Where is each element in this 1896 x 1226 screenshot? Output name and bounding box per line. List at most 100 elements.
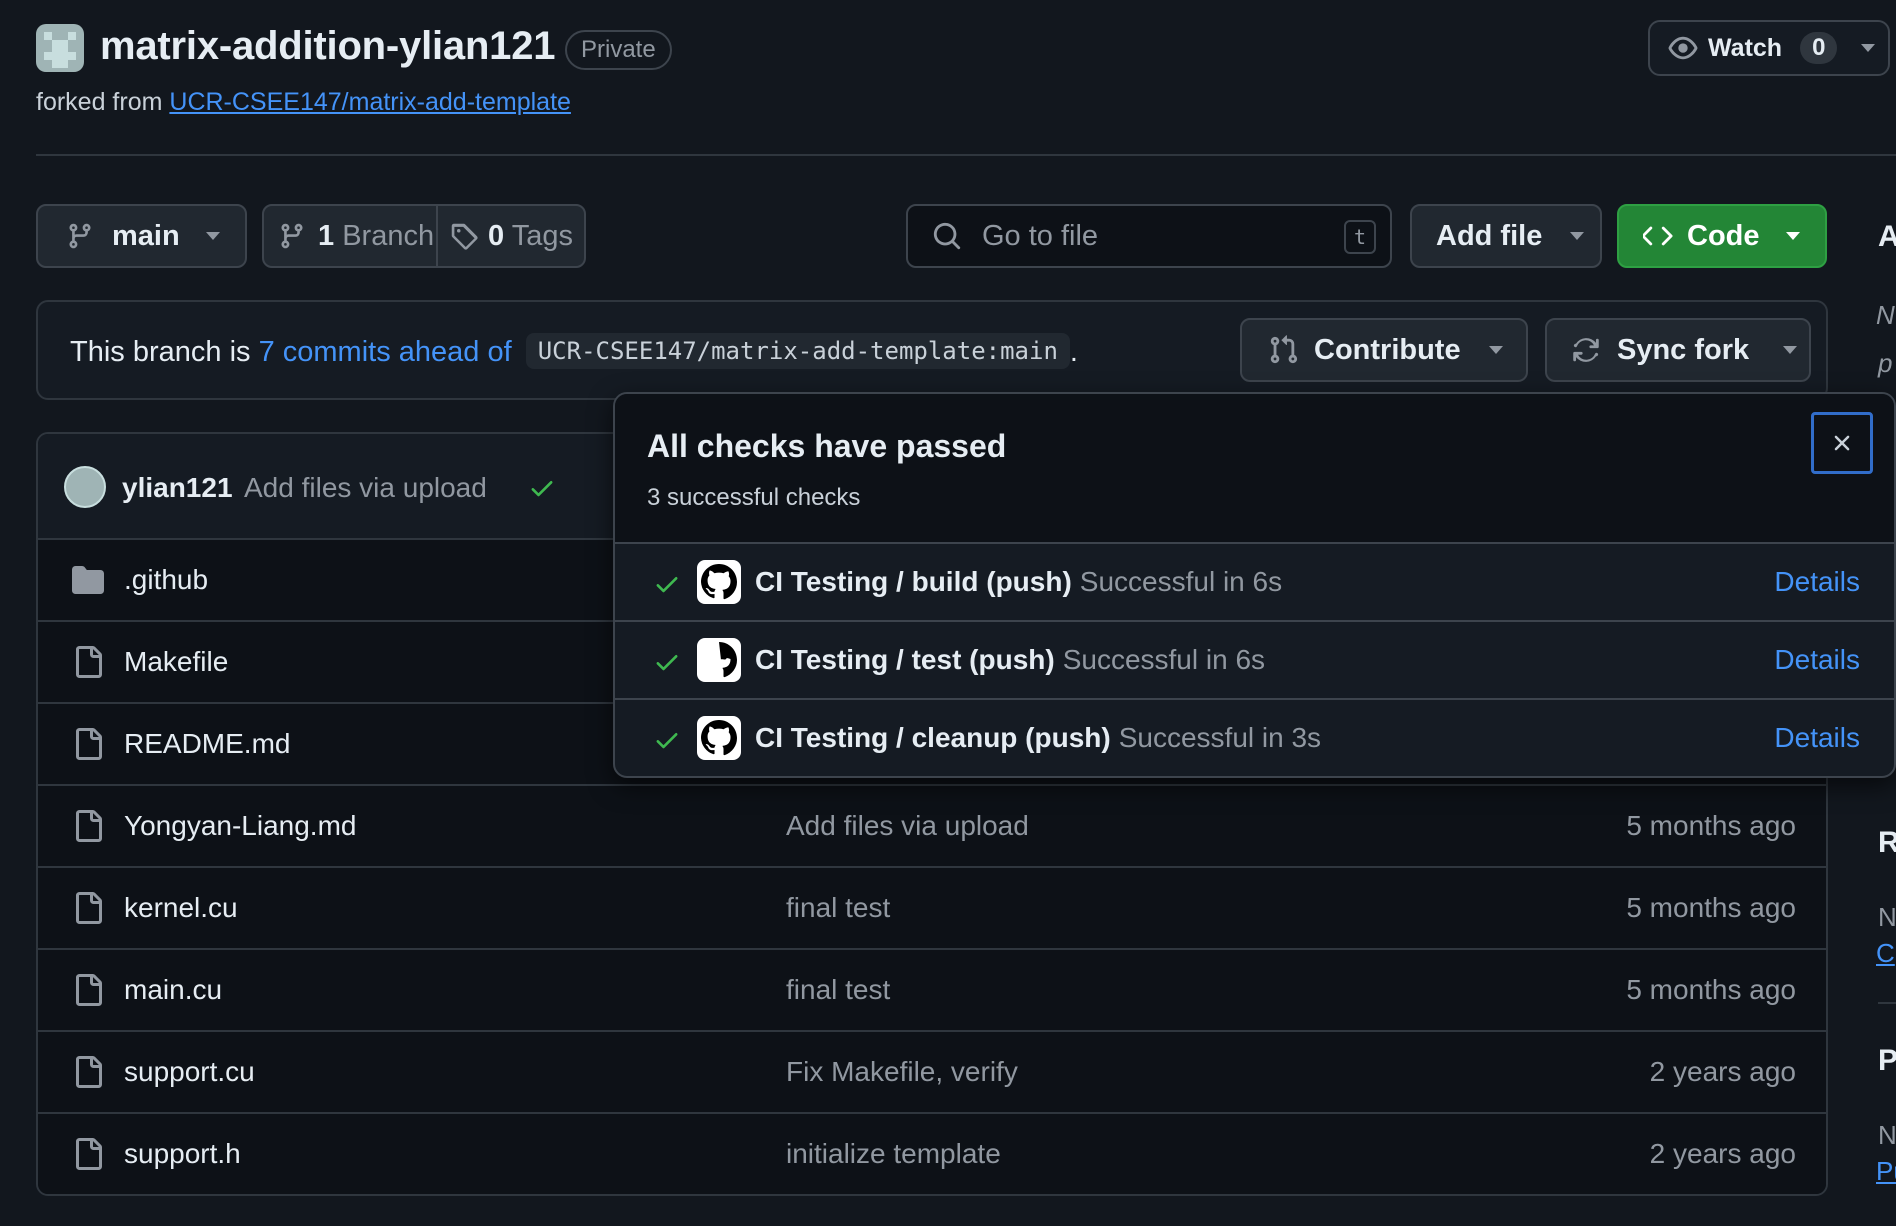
eye-icon	[1668, 36, 1698, 60]
header-divider	[36, 154, 1896, 156]
git-branch-icon	[69, 223, 91, 249]
file-name[interactable]: support.h	[124, 1138, 241, 1170]
file-name[interactable]: .github	[124, 564, 208, 596]
file-name[interactable]: support.cu	[124, 1056, 255, 1088]
add-file-button[interactable]: Add file	[1410, 204, 1602, 268]
table-row[interactable]: kernel.cu final test 5 months ago	[38, 868, 1826, 950]
check-status: Successful in 6s	[1062, 644, 1266, 675]
file-icon	[76, 892, 102, 924]
file-name[interactable]: README.md	[124, 728, 290, 760]
search-shortcut-key: t	[1344, 220, 1376, 254]
avatar[interactable]	[64, 466, 106, 508]
file-commit-time: 2 years ago	[1649, 1056, 1796, 1087]
file-name[interactable]: Makefile	[124, 646, 228, 678]
visibility-badge: Private	[565, 30, 672, 70]
tags-label: Tags	[511, 219, 573, 252]
file-name[interactable]: Yongyan-Liang.md	[124, 810, 356, 842]
check-row: CI Testing / test (push) Successful in 6s…	[615, 622, 1894, 700]
tags-count: 0	[488, 219, 505, 252]
table-row[interactable]: support.h initialize template 2 years ag…	[38, 1114, 1826, 1194]
create-release-link[interactable]: C	[1876, 938, 1895, 969]
tag-icon	[451, 223, 478, 250]
watch-button[interactable]: Watch 0	[1648, 20, 1890, 76]
table-row[interactable]: support.cu Fix Makefile, verify 2 years …	[38, 1032, 1826, 1114]
chevron-down-icon	[1785, 232, 1800, 240]
contribute-label: Contribute	[1314, 333, 1461, 366]
check-details-link[interactable]: Details	[1774, 566, 1860, 598]
chevron-down-icon	[205, 232, 220, 240]
code-button[interactable]: Code	[1617, 204, 1827, 268]
watch-label: Watch	[1708, 33, 1783, 62]
file-commit-message[interactable]: initialize template	[786, 1138, 1001, 1170]
forked-from-link[interactable]: UCR-CSEE147/matrix-add-template	[169, 88, 571, 116]
check-icon	[656, 577, 678, 593]
watch-count: 0	[1800, 32, 1838, 64]
file-commit-time: 5 months ago	[1626, 892, 1796, 923]
about-description: N	[1876, 300, 1895, 330]
check-icon	[656, 655, 678, 671]
check-icon[interactable]	[528, 474, 556, 502]
branch-status-text: This branch is 7 commits ahead of UCR-CS…	[70, 333, 1078, 369]
commit-author[interactable]: ylian121	[122, 472, 233, 504]
code-icon	[1643, 226, 1673, 246]
file-commit-message[interactable]: Fix Makefile, verify	[786, 1056, 1018, 1088]
sync-icon	[1573, 338, 1599, 362]
check-icon	[656, 733, 678, 749]
git-branch-icon	[281, 223, 303, 249]
table-row[interactable]: Yongyan-Liang.md Add files via upload 5 …	[38, 786, 1826, 868]
packages-heading[interactable]: P	[1878, 1044, 1896, 1078]
search-placeholder: Go to file	[982, 219, 1099, 252]
branch-select-button[interactable]: main	[36, 204, 247, 268]
file-icon	[76, 1138, 102, 1170]
about-heading: A	[1878, 220, 1896, 253]
folder-icon	[72, 566, 104, 594]
checks-popover-header: All checks have passed 3 successful chec…	[615, 394, 1894, 544]
tags-link[interactable]: 0 Tags	[436, 204, 586, 268]
file-icon	[76, 646, 102, 678]
check-details-link[interactable]: Details	[1774, 722, 1860, 754]
file-commit-message[interactable]: Add files via upload	[786, 810, 1029, 842]
branches-label: Branch	[342, 219, 435, 252]
base-ref: UCR-CSEE147/matrix-add-template:main	[525, 333, 1070, 369]
file-commit-time: 2 years ago	[1649, 1138, 1796, 1169]
close-button[interactable]	[1811, 412, 1873, 474]
search-icon	[933, 222, 961, 250]
current-branch: main	[112, 219, 180, 252]
chevron-down-icon	[1861, 44, 1876, 52]
sync-fork-button[interactable]: Sync fork	[1545, 318, 1811, 382]
github-actions-icon	[697, 716, 741, 760]
releases-heading[interactable]: R	[1878, 826, 1896, 860]
commit-message[interactable]: Add files via upload	[244, 472, 487, 504]
contribute-button[interactable]: Contribute	[1240, 318, 1528, 382]
check-name: CI Testing / cleanup (push)	[755, 722, 1111, 753]
branch-status-suffix: .	[1069, 336, 1078, 368]
check-row: CI Testing / cleanup (push) Successful in…	[615, 700, 1894, 776]
check-status: Successful in 6s	[1079, 566, 1283, 597]
table-row[interactable]: main.cu final test 5 months ago	[38, 950, 1826, 1032]
forked-from-line: forked from UCR-CSEE147/matrix-add-templ…	[36, 88, 571, 117]
sidebar-divider	[1878, 1002, 1896, 1004]
check-details-link[interactable]: Details	[1774, 644, 1860, 676]
chevron-down-icon	[1570, 232, 1585, 240]
close-icon	[1834, 435, 1850, 451]
file-name[interactable]: kernel.cu	[124, 892, 238, 924]
repo-name[interactable]: matrix-addition-ylian121	[100, 24, 556, 69]
file-commit-message[interactable]: final test	[786, 974, 890, 1006]
file-commit-message[interactable]: final test	[786, 892, 890, 924]
file-icon	[76, 728, 102, 760]
about-description-2: p	[1878, 348, 1893, 378]
branches-count: 1	[318, 219, 335, 252]
commits-ahead-link[interactable]: 7 commits ahead of	[259, 336, 512, 368]
releases-empty-text: N	[1878, 902, 1896, 932]
code-label: Code	[1687, 219, 1760, 252]
forked-from-label: forked from	[36, 88, 163, 116]
go-to-file-input[interactable]: Go to file t	[906, 204, 1392, 268]
check-name: CI Testing / test (push)	[755, 644, 1055, 675]
repo-owner-avatar	[36, 24, 84, 72]
file-commit-time: 5 months ago	[1626, 974, 1796, 1005]
branches-link[interactable]: 1 Branch	[262, 204, 438, 268]
file-name[interactable]: main.cu	[124, 974, 222, 1006]
chevron-down-icon	[1783, 346, 1798, 354]
checks-popover: All checks have passed 3 successful chec…	[613, 392, 1896, 778]
publish-package-link[interactable]: Pu	[1876, 1156, 1896, 1187]
